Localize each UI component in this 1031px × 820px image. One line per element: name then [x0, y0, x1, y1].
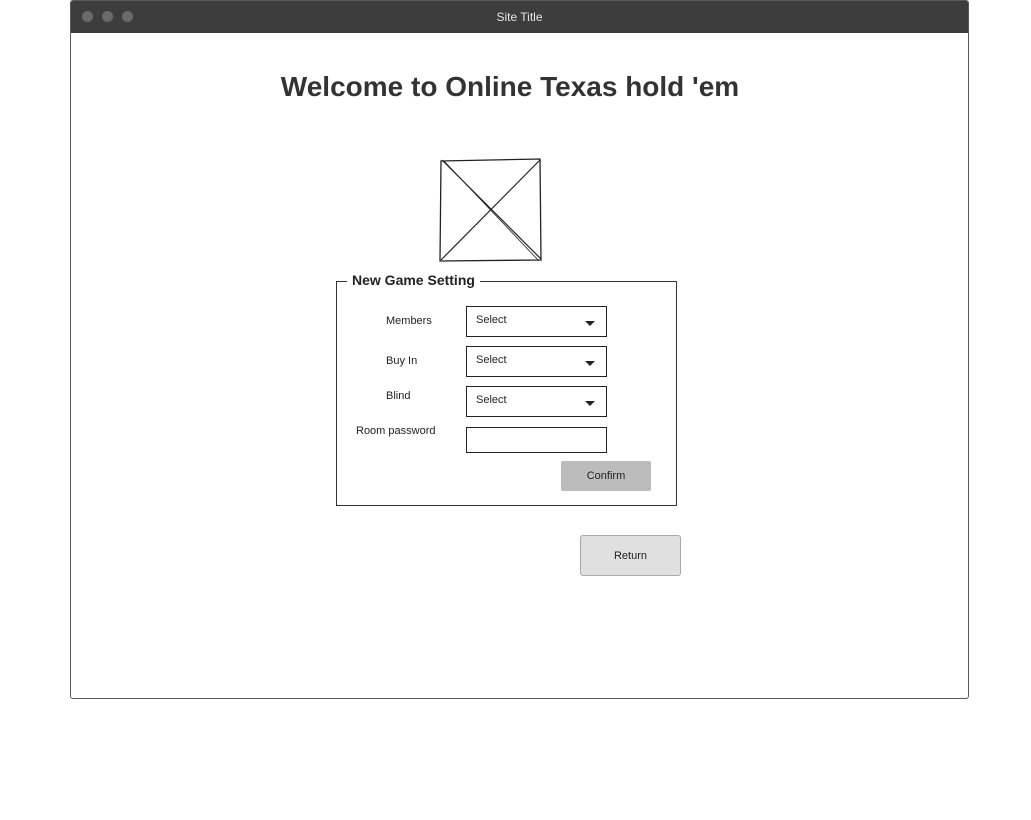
blind-select[interactable]: Select [466, 386, 607, 417]
page-title: Welcome to Online Texas hold 'em [280, 71, 740, 102]
browser-window: Site Title Welcome to Online Texas hold … [70, 0, 969, 699]
room-password-label: Room password [356, 425, 436, 437]
chevron-down-icon [585, 361, 595, 366]
members-select[interactable]: Select [466, 306, 607, 337]
blind-select-value: Select [476, 394, 507, 406]
buy-in-label: Buy In [386, 355, 418, 367]
members-label: Members [386, 315, 432, 327]
chevron-down-icon [585, 401, 595, 406]
chevron-down-icon [585, 321, 595, 326]
blind-label: Blind [386, 390, 411, 402]
image-placeholder-icon [439, 158, 542, 262]
new-game-setting-panel: New Game Setting Members Select Buy In S… [336, 272, 677, 506]
buy-in-select-value: Select [476, 354, 507, 366]
return-button[interactable]: Return [580, 535, 681, 576]
confirm-button[interactable]: Confirm [561, 461, 651, 491]
members-select-value: Select [476, 314, 507, 326]
window-title: Site Title [496, 10, 543, 24]
room-password-input[interactable] [466, 427, 607, 453]
buy-in-select[interactable]: Select [466, 346, 607, 377]
window-titlebar: Site Title [71, 1, 968, 33]
new-game-setting-legend: New Game Setting [347, 272, 480, 288]
